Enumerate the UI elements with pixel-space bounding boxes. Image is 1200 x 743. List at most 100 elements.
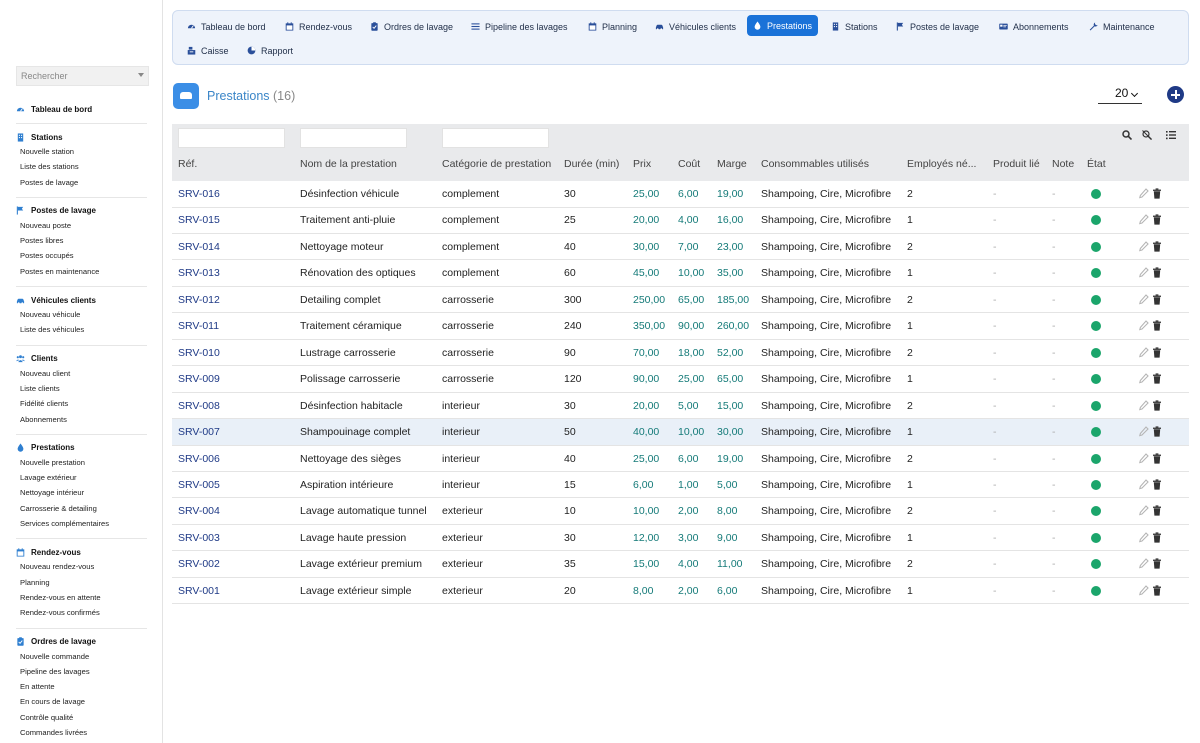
tab-tableau-de-bord[interactable]: Tableau de bord: [181, 16, 272, 37]
table-row[interactable]: SRV-012 Detailing complet carrosserie 300 25…: [172, 287, 1189, 314]
cell-ref[interactable]: SRV-011: [178, 320, 219, 332]
table-row[interactable]: SRV-014 Nettoyage moteur complement 40 30,00…: [172, 234, 1189, 261]
edit-icon[interactable]: [1139, 214, 1149, 225]
column-header[interactable]: Marge: [717, 158, 747, 170]
edit-icon[interactable]: [1139, 241, 1149, 252]
tab-v-hicules-clients[interactable]: Véhicules clients: [649, 16, 742, 37]
edit-icon[interactable]: [1139, 532, 1149, 543]
table-row[interactable]: SRV-009 Polissage carrosserie carrosserie 1…: [172, 366, 1189, 393]
column-header[interactable]: Réf.: [178, 158, 197, 170]
sidebar-item[interactable]: Postes en maintenance: [16, 264, 147, 279]
sidebar-item[interactable]: Fidélité clients: [16, 396, 147, 411]
sidebar-item[interactable]: Services complémentaires: [16, 516, 147, 531]
column-header[interactable]: Coût: [678, 158, 700, 170]
delete-icon[interactable]: [1152, 320, 1162, 331]
column-header[interactable]: État: [1087, 158, 1106, 170]
tab-pipeline-des-lavages[interactable]: Pipeline des lavages: [465, 16, 574, 37]
column-header[interactable]: Nom de la prestation: [300, 158, 397, 170]
edit-icon[interactable]: [1139, 558, 1149, 569]
cell-ref[interactable]: SRV-005: [178, 479, 220, 491]
sidebar-item[interactable]: Contrôle qualité: [16, 710, 147, 725]
delete-icon[interactable]: [1152, 452, 1162, 464]
add-prestation-button[interactable]: [1167, 86, 1184, 103]
delete-icon[interactable]: [1152, 188, 1162, 199]
edit-icon[interactable]: [1139, 346, 1149, 358]
column-header[interactable]: Consommables utilisés: [761, 158, 869, 170]
sidebar-item[interactable]: Liste clients: [16, 381, 147, 396]
edit-icon[interactable]: [1139, 426, 1149, 437]
cell-ref[interactable]: SRV-015: [178, 214, 220, 226]
table-row[interactable]: SRV-015 Traitement anti-pluie complement 25…: [172, 207, 1189, 234]
column-header[interactable]: Employés né...: [907, 158, 976, 170]
cell-ref[interactable]: SRV-014: [178, 241, 220, 253]
tab-maintenance[interactable]: Maintenance: [1083, 16, 1161, 37]
tab-rendez-vous[interactable]: Rendez-vous: [279, 16, 358, 37]
sidebar-item[interactable]: Liste des véhicules: [16, 322, 147, 337]
column-header[interactable]: Prix: [633, 158, 651, 170]
per-page-select[interactable]: 20: [1098, 84, 1142, 104]
table-row[interactable]: SRV-007 Shampouinage complet interieur 50 40…: [172, 419, 1189, 446]
filter-name-input[interactable]: [300, 128, 407, 148]
cell-ref[interactable]: SRV-008: [178, 400, 220, 412]
edit-icon[interactable]: [1139, 373, 1149, 384]
tab-rapport[interactable]: Rapport: [241, 40, 299, 61]
tab-caisse[interactable]: Caisse: [181, 40, 235, 61]
tab-abonnements[interactable]: Abonnements: [993, 16, 1075, 37]
sidebar-section-title[interactable]: Rendez-vous: [16, 545, 147, 559]
table-row[interactable]: SRV-011 Traitement céramique carrosserie 24…: [172, 313, 1189, 340]
cell-ref[interactable]: SRV-007: [178, 426, 220, 438]
column-header[interactable]: Catégorie de prestation: [442, 158, 551, 170]
cell-ref[interactable]: SRV-009: [178, 373, 220, 385]
clear-filter-icon[interactable]: [1142, 130, 1152, 140]
table-row[interactable]: SRV-004 Lavage automatique tunnel exterieu…: [172, 498, 1189, 525]
delete-icon[interactable]: [1152, 505, 1162, 516]
table-row[interactable]: SRV-013 Rénovation des optiques complement…: [172, 260, 1189, 287]
table-row[interactable]: SRV-006 Nettoyage des sièges interieur 40 25…: [172, 446, 1189, 472]
tab-stations[interactable]: Stations: [825, 16, 884, 37]
column-header[interactable]: Produit lié: [993, 158, 1040, 170]
cell-ref[interactable]: SRV-012: [178, 294, 220, 306]
table-row[interactable]: SRV-005 Aspiration intérieure interieur 15 6…: [172, 472, 1189, 499]
table-row[interactable]: SRV-003 Lavage haute pression exterieur 30 1…: [172, 525, 1189, 552]
edit-icon[interactable]: [1139, 584, 1149, 596]
sidebar-item[interactable]: Nouveau rendez-vous: [16, 559, 147, 574]
sidebar-item[interactable]: Planning: [16, 575, 147, 590]
sidebar-section-title[interactable]: Tableau de bord: [16, 102, 147, 116]
table-row[interactable]: SRV-002 Lavage extérieur premium exterieur…: [172, 551, 1189, 578]
table-row[interactable]: SRV-016 Désinfection véhicule complement 30…: [172, 181, 1189, 208]
column-header[interactable]: Note: [1052, 158, 1074, 170]
sidebar-section-title[interactable]: Ordres de lavage: [16, 635, 147, 649]
tab-prestations[interactable]: Prestations: [747, 15, 819, 36]
delete-icon[interactable]: [1152, 214, 1162, 226]
delete-icon[interactable]: [1152, 532, 1162, 543]
sidebar-item[interactable]: Pipeline des lavages: [16, 664, 147, 679]
cell-ref[interactable]: SRV-010: [178, 347, 220, 359]
delete-icon[interactable]: [1152, 267, 1162, 278]
delete-icon[interactable]: [1152, 347, 1162, 358]
sidebar-section-title[interactable]: Clients: [16, 352, 147, 366]
edit-icon[interactable]: [1139, 399, 1149, 411]
sidebar-item[interactable]: Lavage extérieur: [16, 470, 147, 485]
sidebar-item[interactable]: Nettoyage intérieur: [16, 485, 147, 500]
sidebar-item[interactable]: Nouvelle commande: [16, 649, 147, 664]
delete-icon[interactable]: [1152, 373, 1162, 384]
edit-icon[interactable]: [1139, 267, 1149, 278]
edit-icon[interactable]: [1139, 293, 1149, 305]
sidebar-section-title[interactable]: Postes de lavage: [16, 204, 147, 218]
sidebar-item[interactable]: Rendez-vous en attente: [16, 590, 147, 605]
cell-ref[interactable]: SRV-001: [178, 585, 220, 597]
sidebar-item[interactable]: Commandes livrées: [16, 725, 147, 740]
cell-ref[interactable]: SRV-016: [178, 188, 220, 200]
sidebar-item[interactable]: Liste des stations: [16, 159, 147, 174]
sidebar-item[interactable]: Rendez-vous confirmés: [16, 605, 147, 620]
edit-icon[interactable]: [1139, 505, 1149, 516]
delete-icon[interactable]: [1152, 479, 1162, 490]
filter-ref-input[interactable]: [178, 128, 285, 148]
search-icon[interactable]: [1122, 130, 1132, 140]
sidebar-section-title[interactable]: Prestations: [16, 441, 147, 455]
filter-category-input[interactable]: [442, 128, 549, 148]
edit-icon[interactable]: [1139, 320, 1149, 331]
column-header[interactable]: Durée (min): [564, 158, 619, 170]
cell-ref[interactable]: SRV-003: [178, 532, 220, 544]
sidebar-item[interactable]: Nouvelle prestation: [16, 455, 147, 470]
